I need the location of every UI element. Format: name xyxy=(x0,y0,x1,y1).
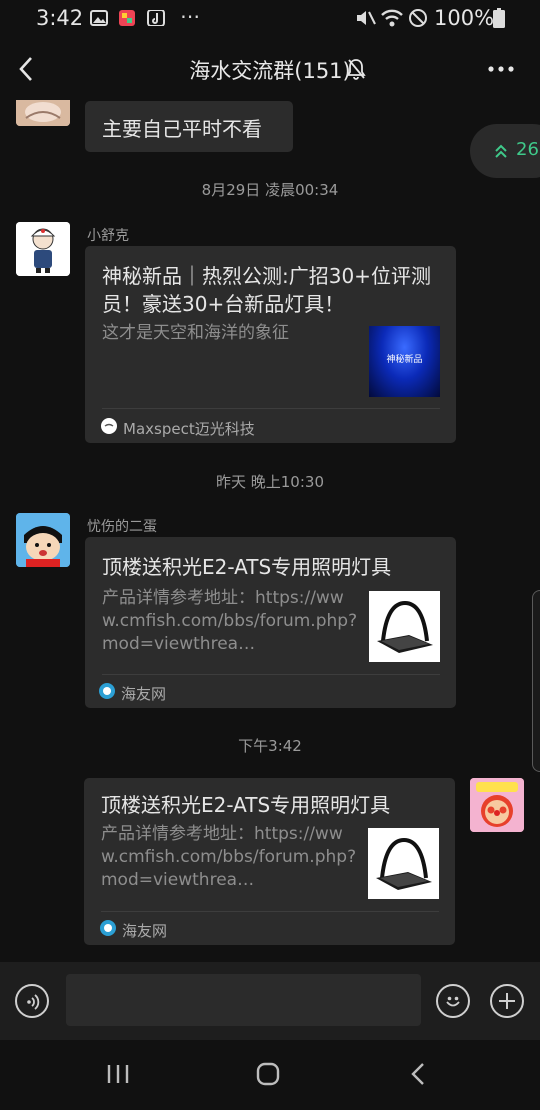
message-input[interactable] xyxy=(66,974,421,1026)
tiktok-notification-icon xyxy=(147,10,165,26)
timestamp: 昨天 晚上10:30 xyxy=(216,473,324,491)
card-source: 海友网 xyxy=(122,922,168,940)
card-title: 神秘新品｜热烈公测:广招30+位评测员！豪送30+台新品灯具！ xyxy=(102,264,431,316)
source-logo-icon xyxy=(101,418,117,434)
chat-header: 海水交流群(151) xyxy=(0,38,540,100)
app-notification-icon xyxy=(119,10,135,26)
link-card[interactable]: 神秘新品｜热烈公测:广招30+位评测员！豪送30+台新品灯具！ 这才是天空和海洋… xyxy=(85,246,456,443)
more-functions-button[interactable] xyxy=(490,984,524,1018)
emoji-icon xyxy=(446,996,460,1007)
system-nav-bar xyxy=(0,1040,540,1110)
unread-count: 26 xyxy=(516,139,539,160)
home-icon[interactable] xyxy=(256,1062,280,1086)
link-card[interactable]: 顶楼送积光E2-ATS专用照明灯具 产品详情参考地址：https://www.c… xyxy=(85,537,456,708)
card-thumbnail: 神秘新品 xyxy=(369,326,440,397)
chat-title-text: 海水交流群(151) xyxy=(189,59,351,83)
battery-percent: 100% xyxy=(434,6,495,30)
chat-title: 海水交流群(151) xyxy=(0,55,540,85)
source-logo-icon xyxy=(99,683,115,699)
card-thumbnail xyxy=(368,828,439,899)
wifi-icon xyxy=(381,9,403,27)
muted-bell-icon xyxy=(346,59,366,80)
thumbnail-text: 神秘新品 xyxy=(386,355,423,365)
dnd-icon xyxy=(409,9,427,27)
sender-name: 忧伤的二蛋 xyxy=(87,519,157,535)
plus-icon xyxy=(499,993,515,1009)
card-divider xyxy=(102,674,440,675)
chat-area[interactable]: 主要自己平时不看 26 8月29日 凌晨00:34 小舒克 神秘新品｜热烈公测:… xyxy=(0,100,540,962)
input-bar xyxy=(0,962,540,1040)
card-divider xyxy=(101,911,439,912)
card-thumbnail xyxy=(369,591,440,662)
avatar[interactable] xyxy=(16,100,70,126)
card-title: 顶楼送积光E2-ATS专用照明灯具 xyxy=(101,793,391,817)
message-text: 主要自己平时不看 xyxy=(102,117,262,141)
card-description: 产品详情参考地址：https://www.cmfish.com/bbs/foru… xyxy=(101,824,357,890)
card-divider xyxy=(102,408,440,409)
timestamp: 下午3:42 xyxy=(238,737,302,755)
voice-icon xyxy=(27,994,40,1010)
timestamp: 8月29日 凌晨00:34 xyxy=(201,181,339,199)
message-bubble[interactable]: 主要自己平时不看 xyxy=(85,101,293,152)
voice-button[interactable] xyxy=(15,984,49,1018)
card-description: 产品详情参考地址：https://www.cmfish.com/bbs/foru… xyxy=(102,588,358,654)
unread-messages-pill[interactable]: 26 xyxy=(470,124,540,178)
scroll-handle[interactable] xyxy=(532,590,540,772)
nav-back-icon[interactable] xyxy=(410,1062,426,1086)
image-notification-icon xyxy=(90,10,108,26)
card-description: 这才是天空和海洋的象征 xyxy=(102,323,289,343)
link-card[interactable]: 顶楼送积光E2-ATS专用照明灯具 产品详情参考地址：https://www.c… xyxy=(84,778,455,945)
card-title: 顶楼送积光E2-ATS专用照明灯具 xyxy=(102,555,392,579)
more-options-icon[interactable] xyxy=(488,66,514,72)
source-logo-icon xyxy=(100,920,116,936)
avatar[interactable] xyxy=(16,513,70,567)
recent-apps-icon[interactable] xyxy=(106,1064,130,1084)
battery-icon xyxy=(493,8,505,28)
more-notifications-icon: ⋯ xyxy=(180,4,200,28)
status-time: 3:42 xyxy=(36,6,84,30)
mute-icon xyxy=(357,11,376,25)
avatar[interactable] xyxy=(16,222,70,276)
double-chevron-up-icon xyxy=(495,144,507,158)
card-source: Maxspect迈光科技 xyxy=(123,420,255,438)
card-source: 海友网 xyxy=(121,685,167,703)
status-bar: 3:42 ⋯ 100% xyxy=(0,0,540,38)
sender-name: 小舒克 xyxy=(87,228,129,244)
emoji-button[interactable] xyxy=(436,984,470,1018)
avatar-self[interactable] xyxy=(470,778,524,832)
